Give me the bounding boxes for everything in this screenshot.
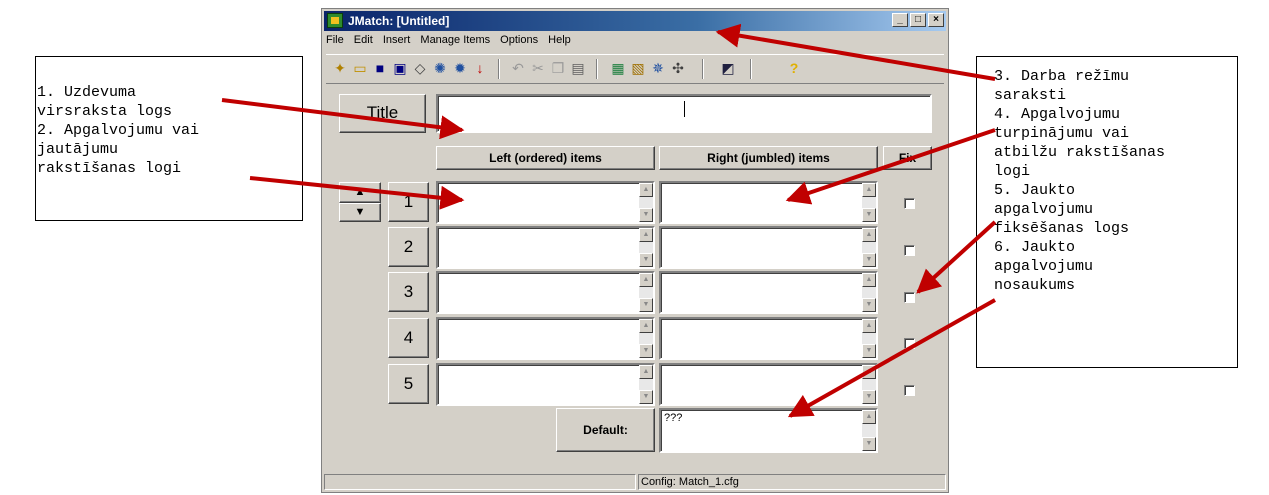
arrow-1 <box>221 98 465 140</box>
arrow-4 <box>785 128 996 205</box>
arrow-2 <box>249 176 465 210</box>
annotation-arrows <box>221 23 997 418</box>
arrow-6 <box>787 298 996 418</box>
arrow-5 <box>916 220 997 294</box>
arrow-3 <box>715 23 996 81</box>
